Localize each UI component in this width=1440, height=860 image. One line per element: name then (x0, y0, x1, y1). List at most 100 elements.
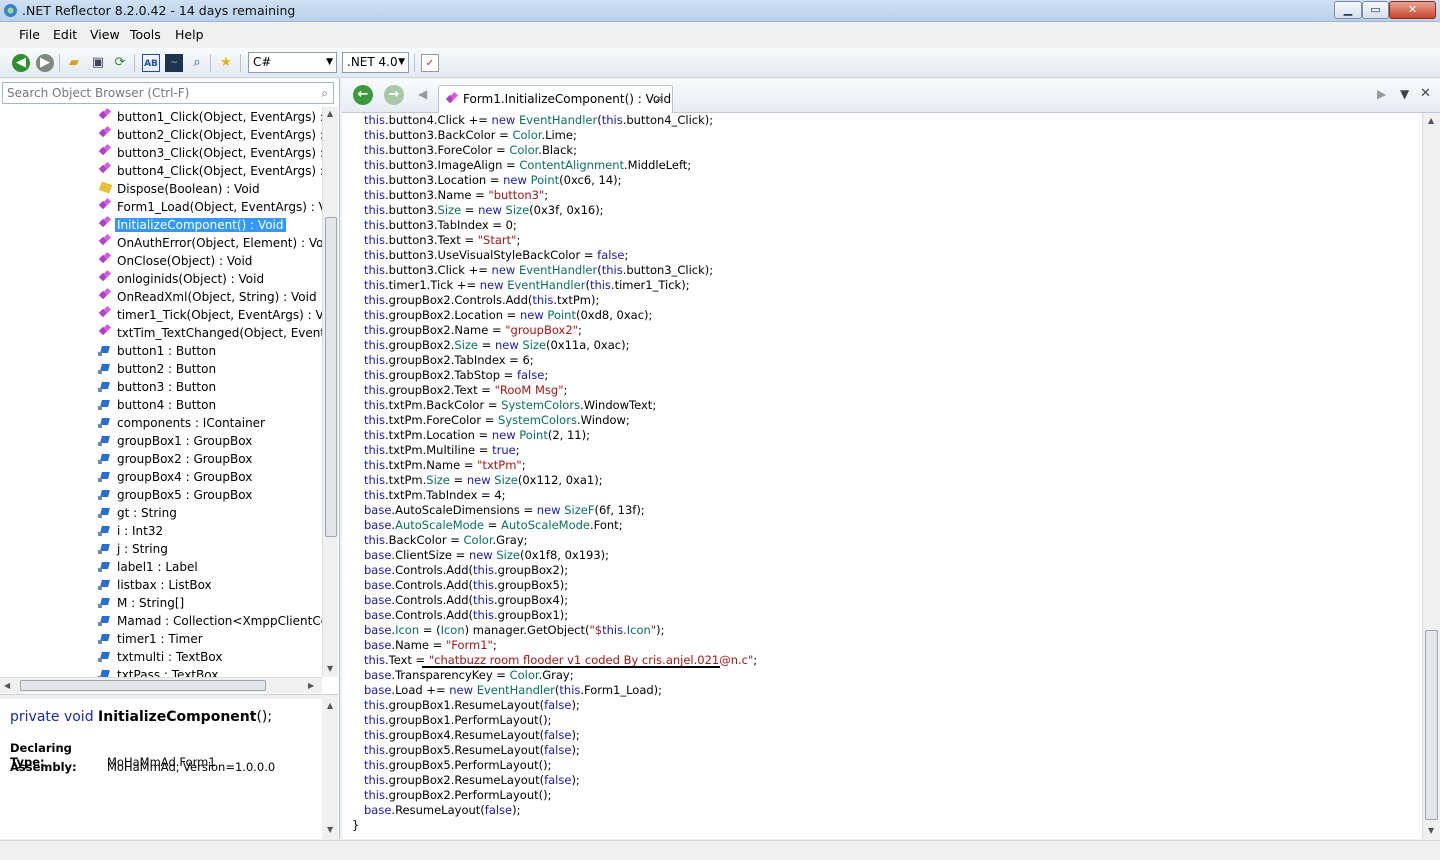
framework-select[interactable]: .NET 4.0 ▼ (342, 52, 409, 73)
scroll-thumb[interactable] (1425, 630, 1438, 820)
back-icon[interactable]: ◀ (12, 54, 30, 72)
tree-item[interactable]: Dispose(Boolean) : Void (98, 180, 262, 198)
tree-item[interactable]: groupBox5 : GroupBox (98, 486, 254, 504)
menu-help[interactable]: Help (175, 27, 204, 42)
tree-item[interactable]: M : String[] (98, 594, 186, 612)
refresh-icon[interactable]: ⟳ (111, 54, 129, 72)
info-vertical-scrollbar[interactable]: ▲ ▼ (322, 699, 338, 839)
scroll-thumb[interactable] (20, 680, 266, 691)
tree-item[interactable]: onloginids(Object) : Void (98, 270, 266, 288)
tree-horizontal-scrollbar[interactable]: ◀ ▶ (0, 677, 322, 693)
scroll-left-icon[interactable]: ◀ (4, 681, 10, 690)
tree-item[interactable]: txtmulti : TextBox (98, 648, 224, 666)
tree-item[interactable]: button2 : Button (98, 360, 218, 378)
code-line: base.TransparencyKey = Color.Gray; (364, 668, 574, 682)
code-line: base.AutoScaleDimensions = new SizeF(6f,… (364, 503, 645, 517)
code-line: this.button3.Name = "button3"; (364, 188, 549, 202)
tree-item[interactable]: InitializeComponent() : Void (98, 216, 286, 234)
signature-return-type: void (63, 709, 94, 725)
tree-item[interactable]: button3 : Button (98, 378, 218, 396)
menu-tools[interactable]: Tools (130, 27, 161, 42)
language-value: C# (253, 55, 272, 69)
menu-edit[interactable]: Edit (53, 27, 77, 42)
tree-item-label: j : String (117, 542, 168, 556)
field-icon (98, 667, 115, 677)
toolbar-separator (134, 54, 135, 72)
tab-bar: ← → ◀ Form1.InitializeComponent() : Void… (342, 79, 1440, 113)
tree-item-label: groupBox1 : GroupBox (117, 434, 253, 448)
scroll-down-icon[interactable]: ▼ (327, 825, 333, 834)
menu-file[interactable]: File (19, 27, 40, 42)
tree-item[interactable]: label1 : Label (98, 558, 200, 576)
scroll-down-icon[interactable]: ▼ (327, 664, 333, 673)
tab-scroll-right-icon[interactable]: ▶ (1377, 87, 1386, 101)
analyzer-icon[interactable]: ~ (165, 54, 183, 72)
assembly-label: Assembly: (10, 760, 77, 774)
scroll-up-icon[interactable]: ▲ (327, 701, 333, 710)
tab-close-icon[interactable]: ✕ (654, 86, 664, 112)
nav-back-icon[interactable]: ← (353, 85, 373, 105)
tree-item-label: timer1_Tick(Object, EventArgs) : Void (117, 308, 322, 322)
magnifier-icon[interactable]: ⌕ (321, 83, 328, 103)
tree-item[interactable]: button3_Click(Object, EventArgs) : Void (98, 144, 322, 162)
bookmark-icon[interactable]: ★ (217, 54, 235, 72)
code-line: this.button3.ForeColor = Color.Black; (364, 143, 577, 157)
tree-item[interactable]: i : Int32 (98, 522, 165, 540)
tab-initialize-component[interactable]: Form1.InitializeComponent() : Void ✕ (438, 85, 673, 113)
save-icon[interactable]: ▣ (89, 54, 107, 72)
tree-item[interactable]: listbax : ListBox (98, 576, 214, 594)
tree-item[interactable]: components : IContainer (98, 414, 267, 432)
tree-item[interactable]: button4_Click(Object, EventArgs) : Void (98, 162, 322, 180)
tree-item[interactable]: groupBox2 : GroupBox (98, 450, 254, 468)
tree-item[interactable]: txtTim_TextChanged(Object, EventArgs) : … (98, 324, 322, 342)
tree-item[interactable]: Form1_Load(Object, EventArgs) : Void (98, 198, 322, 216)
tree-item-label: InitializeComponent() : Void (115, 218, 286, 232)
tree-item[interactable]: OnAuthError(Object, Element) : Void (98, 234, 322, 252)
tree-item[interactable]: j : String (98, 540, 170, 558)
tree-item[interactable]: button1_Click(Object, EventArgs) : Void (98, 108, 322, 126)
open-icon[interactable]: ▰ (65, 54, 83, 72)
tab-scroll-left-icon[interactable]: ◀ (418, 87, 427, 101)
forward-icon[interactable]: ▶ (36, 54, 54, 72)
maximize-button[interactable]: ▭ (1362, 1, 1389, 19)
close-button[interactable]: ✕ (1389, 1, 1436, 19)
tree-item[interactable]: button2_Click(Object, EventArgs) : Void (98, 126, 322, 144)
tree-item-label: groupBox4 : GroupBox (117, 470, 253, 484)
code-editor[interactable]: this.button4.Click += new EventHandler(t… (342, 113, 1422, 839)
scroll-thumb[interactable] (325, 217, 337, 537)
tree-item-label: onloginids(Object) : Void (117, 272, 265, 286)
code-line: this.button3.Text = "Start"; (364, 233, 521, 247)
tree-item[interactable]: timer1 : Timer (98, 630, 205, 648)
tree-item[interactable]: OnClose(Object) : Void (98, 252, 254, 270)
addin-icon[interactable]: ✓ (421, 54, 439, 72)
search-input[interactable]: Search Object Browser (Ctrl-F) ⌕ (2, 82, 334, 104)
code-vertical-scrollbar[interactable]: ▲ ▼ (1422, 113, 1440, 839)
search-icon[interactable]: ⌕ (188, 54, 206, 72)
close-pane-icon[interactable]: ✕ (1420, 86, 1431, 101)
code-line: this.button3.Location = new Point(0xc6, … (364, 173, 622, 187)
tree-item[interactable]: button1 : Button (98, 342, 218, 360)
menu-view[interactable]: View (90, 27, 120, 42)
scroll-up-icon[interactable]: ▲ (327, 109, 333, 118)
scroll-right-icon[interactable]: ▶ (308, 681, 314, 690)
language-select[interactable]: C# ▼ (248, 52, 337, 73)
field-icon (98, 541, 115, 555)
tab-menu-icon[interactable]: ▼ (1400, 87, 1409, 101)
code-line: base.Name = "Form1"; (364, 638, 497, 652)
tree-item[interactable]: button4 : Button (98, 396, 218, 414)
tree-item[interactable]: groupBox4 : GroupBox (98, 468, 254, 486)
scroll-down-icon[interactable]: ▼ (1428, 826, 1434, 835)
scroll-up-icon[interactable]: ▲ (1428, 116, 1434, 125)
code-line: this.button3.ImageAlign = ContentAlignme… (364, 158, 692, 172)
tree-vertical-scrollbar[interactable]: ▲ ▼ (322, 107, 338, 677)
tree-item[interactable]: gt : String (98, 504, 179, 522)
tree-item[interactable]: Mamad : Collection<XmppClientConnection> (98, 612, 322, 630)
nav-forward-icon[interactable]: → (384, 85, 404, 105)
disassemble-icon[interactable]: AB (142, 54, 160, 72)
tree-item[interactable]: groupBox1 : GroupBox (98, 432, 254, 450)
tree-item[interactable]: OnReadXml(Object, String) : Void (98, 288, 319, 306)
tree-item[interactable]: timer1_Tick(Object, EventArgs) : Void (98, 306, 322, 324)
minimize-button[interactable]: ▁ (1334, 1, 1362, 19)
tree-item-label: button3_Click(Object, EventArgs) : Void (117, 146, 322, 160)
tree-item[interactable]: txtPass : TextBox (98, 666, 220, 677)
